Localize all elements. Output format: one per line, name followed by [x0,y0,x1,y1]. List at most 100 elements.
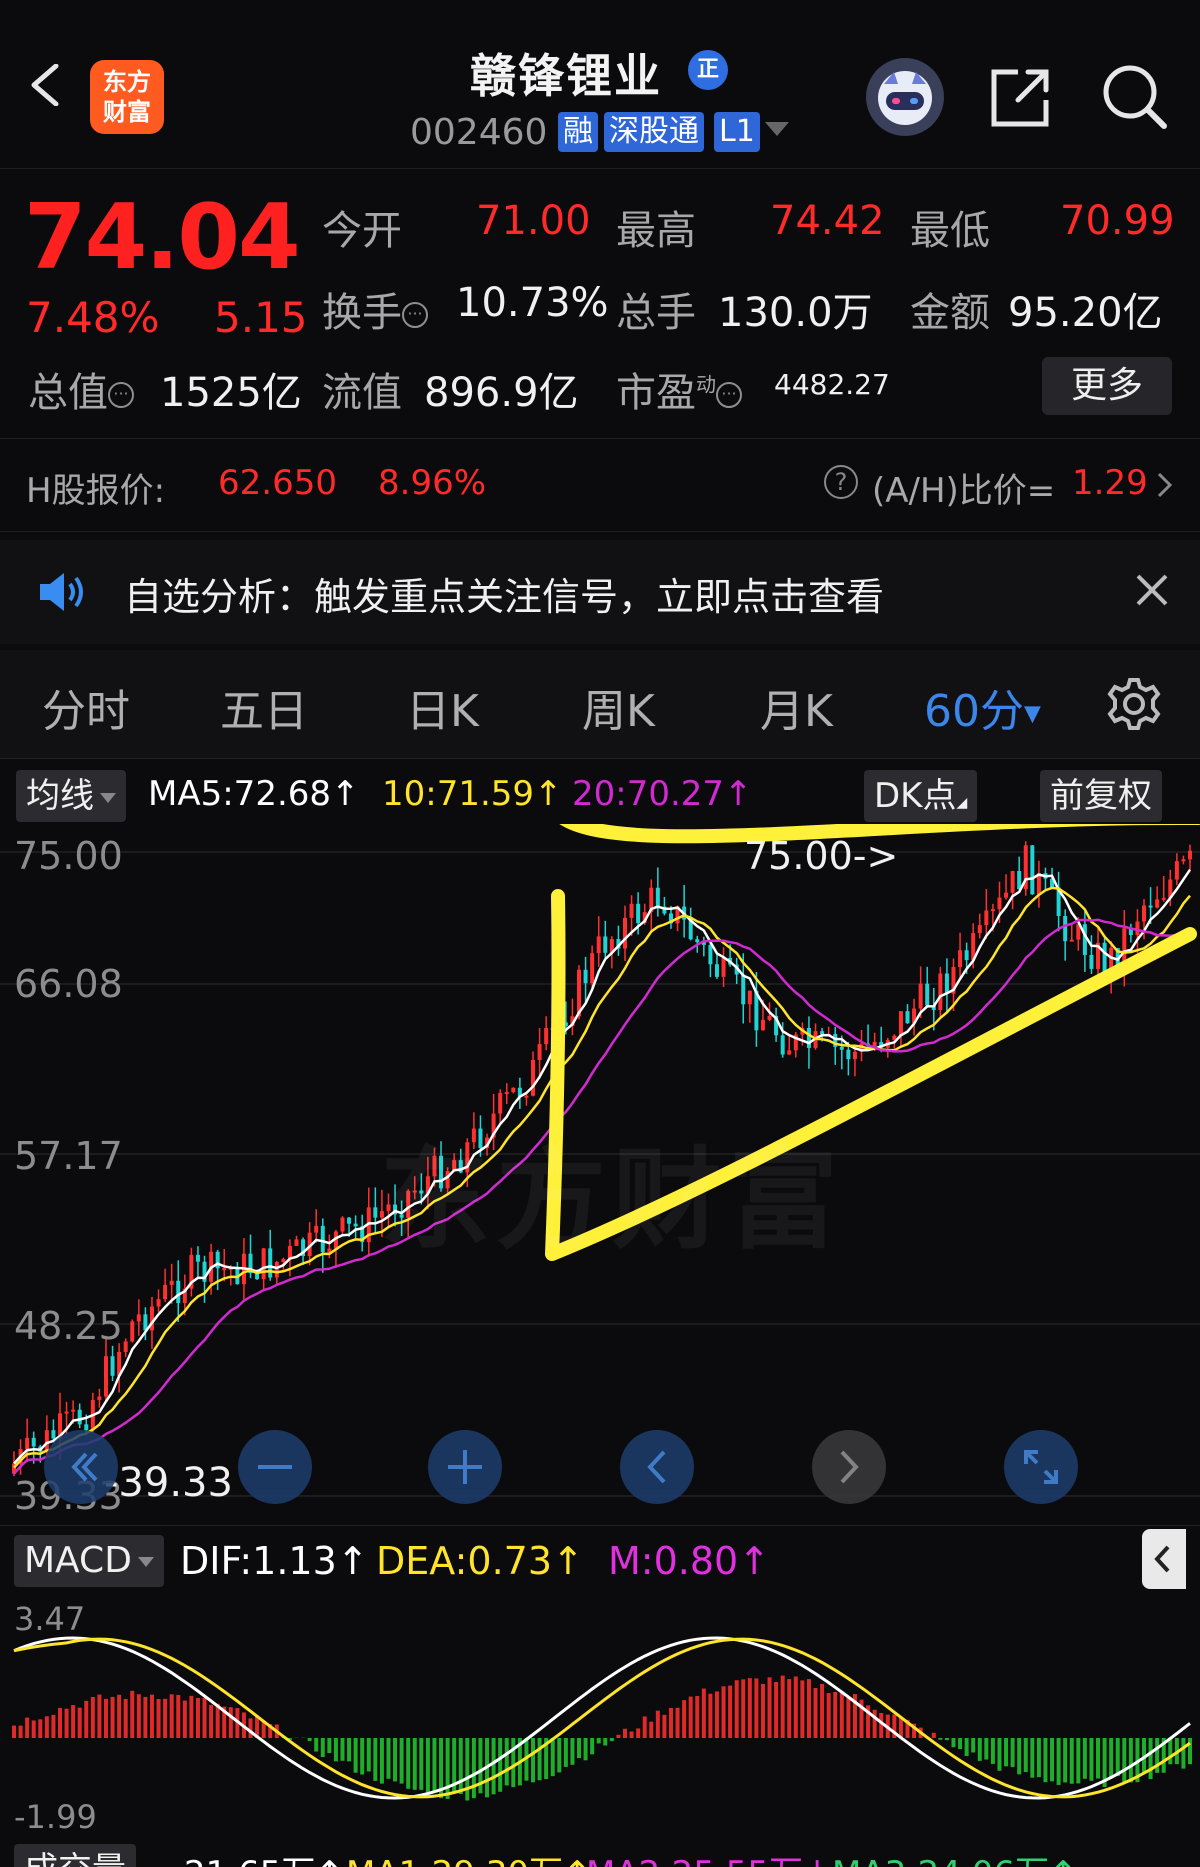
chevron-right-icon[interactable] [1156,471,1174,499]
macd-bar [406,1738,411,1789]
tab-60min-label: 60分 [924,686,1024,737]
candle-body [944,973,949,994]
macd-selector[interactable]: MACD [14,1535,164,1587]
stock-code: 002460 [410,112,548,153]
macd-bar [182,1700,187,1738]
share-icon[interactable] [988,64,1054,130]
adjust-button[interactable]: 前复权 [1040,770,1162,822]
tab-monthly-k[interactable]: 月K [760,675,833,739]
tab-daily-k[interactable]: 日K [406,675,479,739]
candle-body [373,1207,378,1218]
macd-bar [38,1719,43,1738]
candle-body [629,903,634,918]
help-icon[interactable]: ? [824,465,858,499]
macd-bar [846,1696,851,1738]
macd-bar [307,1738,312,1741]
analysis-notice[interactable]: 自选分析：触发重点关注信号，立即点击查看 [0,540,1200,644]
candle-body [708,944,713,965]
macd-bar [1188,1738,1192,1765]
y-axis-label-3: 57.17 [14,1134,123,1178]
candle-body [314,1225,319,1233]
amount-value: 95.20亿 [1008,290,1163,336]
speaker-icon [40,573,83,611]
kline-chart[interactable]: 75.00 66.08 57.17 48.25 39.33 75.00-> -3… [0,805,1200,1524]
tab-five-day[interactable]: 五日 [220,675,308,739]
candle-body [281,1259,286,1263]
candle-body [636,903,641,924]
candle-body [977,925,982,934]
tab-weekly-k[interactable]: 周K [582,675,655,739]
candle-body [195,1254,200,1262]
candle-body [169,1280,174,1285]
candle-body [123,1341,128,1353]
candle-body [1142,905,1147,922]
macd-bar [333,1738,338,1762]
top-bar: 东方财富 赣锋锂业 正 002460 融 深股通 L1 [0,0,1200,169]
ma-legend-row: 均线 MA5:72.68↑ 10:71.59↑ 20:70.27↑ DK点◢ 前… [0,760,1200,824]
macd-bar [1089,1738,1094,1781]
macd-bar [754,1678,759,1738]
macd-bar [248,1718,253,1738]
macd-bar [498,1738,503,1792]
macd-bar [1056,1738,1061,1785]
candle-body [1148,905,1153,908]
more-button[interactable]: 更多 [1042,357,1172,415]
pe-label-text: 市盈 [616,370,696,416]
macd-legend-row: MACD DIF:1.13↑ DEA:0.73↑ M:0.80↑ [0,1525,1200,1605]
candle-body [760,1019,765,1031]
fullscreen-button[interactable] [1004,1430,1078,1504]
indicator-selector[interactable]: 均线 [16,770,126,822]
candle-body [176,1280,181,1304]
tab-60min[interactable]: 60分▼ [924,675,1041,739]
candle-body [767,1015,772,1020]
scroll-right-button[interactable] [812,1430,886,1504]
info-icon[interactable]: ··· [716,382,742,408]
info-icon[interactable]: ··· [108,382,134,408]
macd-bar [774,1681,779,1738]
candle-body [898,1011,903,1036]
connect-tag[interactable]: 深股通 [604,112,704,152]
macd-bar [577,1738,582,1759]
h-share-row[interactable]: H股报价: 62.650 8.96% ? (A/H)比价= 1.29 [0,438,1200,532]
macd-chart[interactable]: 3.47 -1.99 [0,1600,1200,1838]
level-tag[interactable]: L1 [714,112,760,152]
scroll-left-fast-button[interactable] [44,1430,118,1504]
margin-tag[interactable]: 融 [558,112,598,152]
volume-selector[interactable]: 成交量 [14,1844,136,1867]
scroll-left-button[interactable] [620,1430,694,1504]
zoom-in-button[interactable] [428,1430,502,1504]
tab-intraday[interactable]: 分时 [42,675,130,739]
macd-bar [491,1738,496,1795]
collapse-panel-button[interactable] [1142,1529,1186,1589]
macd-bar [176,1694,181,1738]
notice-text: 自选分析：触发重点关注信号，立即点击查看 [124,575,885,619]
dk-point-button[interactable]: DK点◢ [864,770,978,822]
app-logo[interactable]: 东方财富 [90,60,164,134]
candle-body [261,1248,266,1280]
corner-triangle-icon: ◢ [956,795,968,811]
info-icon[interactable]: ··· [402,302,428,328]
candle-body [504,1092,509,1095]
macd-bar [77,1707,82,1738]
macd-bar [616,1734,621,1738]
settings-gear-icon[interactable] [1106,676,1162,732]
robot-assistant-icon[interactable] [866,58,944,136]
macd-bar [44,1716,49,1738]
watermark: 东方财富 [380,1136,844,1264]
macd-bar [419,1738,424,1790]
close-icon[interactable] [1134,572,1170,608]
macd-bar [531,1738,536,1783]
last-price: 74.04 [24,185,301,290]
macd-bar [550,1738,555,1777]
tag-dropdown-icon[interactable] [765,122,789,136]
candle-body [103,1356,108,1397]
search-icon[interactable] [1098,60,1170,132]
back-icon[interactable] [26,64,68,106]
candle-body [1122,928,1127,965]
candle-body [918,983,923,1009]
zoom-out-button[interactable] [238,1430,312,1504]
macd-bar [1050,1738,1055,1782]
macd-bar [1043,1738,1048,1783]
macd-bar [202,1697,207,1738]
macd-bar [314,1738,319,1752]
